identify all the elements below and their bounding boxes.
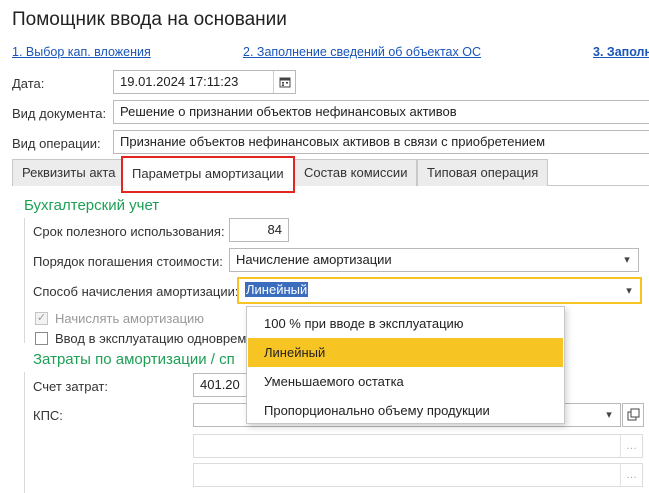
account-label: Счет затрат: [33, 379, 108, 394]
doc-type-label: Вид документа: [12, 106, 107, 121]
method-dropdown-button[interactable]: ▾ [618, 279, 640, 302]
operation-label: Вид операции: [12, 136, 101, 151]
repayment-select[interactable]: Начисление амортизации ▾ [229, 248, 639, 272]
chevron-down-icon: ▾ [606, 409, 612, 421]
date-label: Дата: [12, 76, 45, 91]
doc-type-value: Решение о признании объектов нефинансовы… [120, 104, 457, 119]
account-field[interactable]: 401.20 [193, 373, 253, 397]
method-dropdown-list: 100 % при вводе в эксплуатацию Линейный … [246, 306, 565, 424]
operation-field[interactable]: Признание объектов нефинансовых активов … [113, 130, 649, 154]
tab-commission[interactable]: Состав комиссии [294, 159, 418, 186]
accrue-checkbox[interactable]: ✓ [35, 312, 48, 325]
tab-act-details[interactable]: Реквизиты акта [12, 159, 126, 186]
date-value: 19.01.2024 17:11:23 [120, 74, 239, 89]
dropdown-option[interactable]: Уменьшаемого остатка [248, 367, 563, 396]
operation-value: Признание объектов нефинансовых активов … [120, 134, 546, 149]
repayment-value: Начисление амортизации [236, 252, 392, 267]
kps-dropdown-button[interactable]: ▾ [598, 404, 620, 426]
tab-typical-operation[interactable]: Типовая операция [417, 159, 549, 186]
open-icon [627, 408, 640, 421]
calendar-button[interactable] [273, 71, 295, 93]
date-field[interactable]: 19.01.2024 17:11:23 [113, 70, 296, 94]
costs-indent-line [24, 372, 25, 493]
window-title: Помощник ввода на основании [12, 9, 287, 30]
useful-life-field[interactable]: 84 [229, 218, 289, 242]
useful-life-value: 84 [267, 222, 282, 237]
step-3-link[interactable]: 3. Заполн [593, 45, 649, 59]
analytics-field-2[interactable]: … [193, 463, 643, 487]
dropdown-option-selected[interactable]: Линейный [248, 338, 563, 367]
step-1-link[interactable]: 1. Выбор кап. вложения [12, 45, 151, 59]
method-select[interactable]: Линейный ▾ [237, 277, 642, 304]
useful-life-label: Срок полезного использования: [33, 224, 225, 239]
repayment-dropdown-button[interactable]: ▾ [616, 249, 638, 271]
accounting-section-title: Бухгалтерский учет [24, 197, 160, 214]
analytics-field-1[interactable]: … [193, 434, 643, 458]
costs-section-title: Затраты по амортизации / сп [33, 351, 235, 368]
tab-depreciation-params[interactable]: Параметры амортизации [121, 156, 295, 193]
method-label: Способ начисления амортизации: [33, 284, 239, 299]
commission-checkbox[interactable] [35, 332, 48, 345]
account-value: 401.20 [200, 377, 240, 392]
step-2-link[interactable]: 2. Заполнение сведений об объектах ОС [243, 45, 481, 59]
kps-open-button[interactable] [622, 403, 644, 427]
calendar-icon [279, 77, 290, 88]
analytics-1-select-button[interactable]: … [620, 435, 642, 457]
commission-label: Ввод в эксплуатацию одноврем [55, 331, 247, 346]
analytics-2-select-button[interactable]: … [620, 464, 642, 486]
method-value: Линейный [245, 282, 309, 297]
chevron-down-icon: ▾ [624, 254, 630, 266]
accrue-label: Начислять амортизацию [55, 311, 205, 326]
dropdown-option[interactable]: Пропорционально объему продукции [248, 396, 563, 425]
section-indent-line [24, 218, 25, 343]
doc-type-field[interactable]: Решение о признании объектов нефинансовы… [113, 100, 649, 124]
repayment-label: Порядок погашения стоимости: [33, 254, 223, 269]
dropdown-option[interactable]: 100 % при вводе в эксплуатацию [248, 309, 563, 338]
chevron-down-icon: ▾ [626, 284, 632, 297]
kps-label: КПС: [33, 408, 63, 423]
